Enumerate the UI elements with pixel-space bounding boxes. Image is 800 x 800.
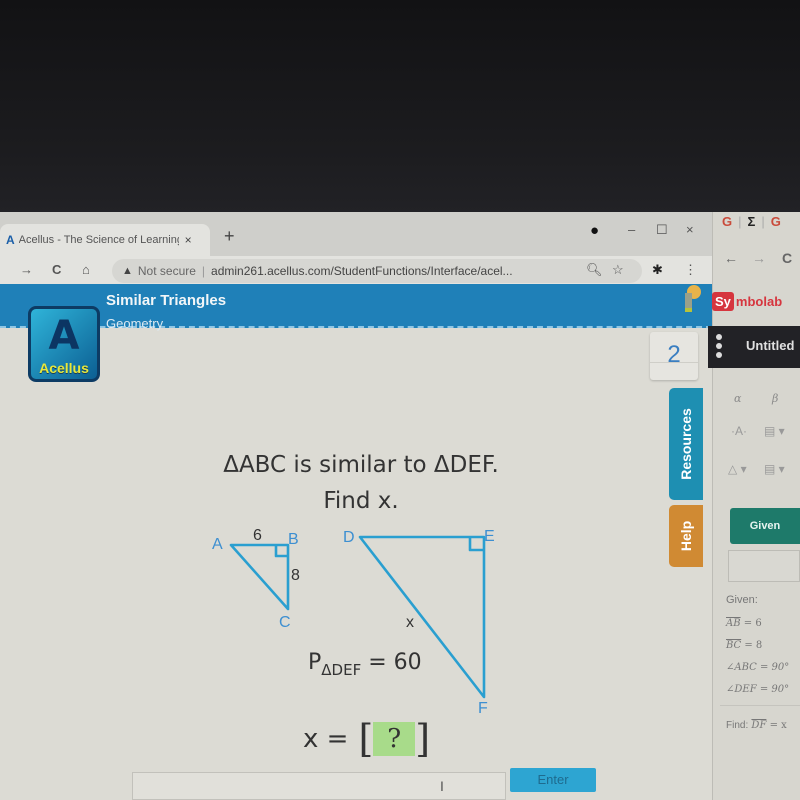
- given-heading: Given:: [726, 594, 758, 606]
- bookmark-star-icon[interactable]: ☆: [612, 262, 624, 278]
- symbolab-logo-text: mbolab: [735, 294, 783, 309]
- lesson-title: Similar Triangles: [106, 292, 227, 309]
- perimeter-value: = 60: [368, 650, 422, 675]
- symbolab-tab-strip: G | Σ | G: [722, 214, 781, 229]
- text-cursor-icon: I: [440, 778, 444, 794]
- course-name: Geometry: [106, 316, 164, 331]
- security-label[interactable]: Not secure: [138, 264, 196, 278]
- url-text[interactable]: admin261.acellus.com/StudentFunctions/In…: [211, 264, 513, 278]
- acellus-logo-word: Acellus: [39, 360, 89, 376]
- forward-button[interactable]: →: [20, 262, 33, 277]
- google-tab-icon[interactable]: G: [722, 214, 732, 229]
- close-window-button[interactable]: ×: [686, 222, 694, 237]
- left-bracket: [: [358, 717, 374, 761]
- profile-icon[interactable]: ●: [590, 222, 599, 239]
- google-tab-icon-2[interactable]: G: [771, 214, 781, 229]
- symbolab-logo-sy: Sy: [712, 292, 734, 311]
- question-line-2: Find x.: [323, 488, 399, 514]
- symbolab-back-button[interactable]: ←: [724, 250, 738, 266]
- help-tab-label: Help: [678, 520, 694, 552]
- perimeter-label: PΔDEF = 60: [308, 650, 422, 679]
- find-statement: Find: DF = x: [726, 720, 787, 731]
- more-options-icon[interactable]: [716, 334, 722, 361]
- enter-button[interactable]: Enter: [510, 768, 596, 792]
- lightbulb-icon[interactable]: [680, 284, 702, 314]
- tab-title: Acellus - The Science of Learning: [18, 234, 179, 246]
- answer-blank[interactable]: ?: [373, 722, 416, 756]
- symbolab-forward-button[interactable]: →: [752, 250, 766, 266]
- acellus-favicon-icon: A: [6, 233, 15, 247]
- symbolab-reload-button[interactable]: C: [782, 250, 792, 266]
- monitor-bezel: [0, 0, 800, 215]
- given-item: BC = 8: [726, 640, 763, 651]
- tab-close-icon[interactable]: ×: [185, 233, 192, 247]
- minimize-button[interactable]: –: [628, 222, 635, 237]
- resources-tab[interactable]: Resources: [669, 388, 703, 500]
- given-item: ∠ABC = 90°: [726, 662, 790, 673]
- acellus-logo[interactable]: A Acellus: [28, 306, 100, 382]
- given-button[interactable]: Given: [730, 508, 800, 544]
- extensions-icon[interactable]: ✱: [652, 262, 663, 278]
- browser-tab-acellus[interactable]: A Acellus - The Science of Learning ×: [0, 224, 210, 256]
- keypad-matrix-2[interactable]: ▤ ▾: [764, 462, 785, 476]
- given-divider: [720, 705, 800, 706]
- reload-button[interactable]: C: [52, 262, 61, 277]
- answer-expression: x = [ ? ]: [303, 720, 430, 758]
- symbolab-input[interactable]: [728, 550, 800, 582]
- given-item: ∠DEF = 90°: [726, 684, 790, 695]
- address-bar[interactable]: ▲ Not secure | admin261.acellus.com/Stud…: [112, 259, 642, 283]
- keypad-alpha[interactable]: α: [734, 392, 741, 405]
- right-bracket: ]: [415, 717, 431, 761]
- given-item: AB = 6: [726, 618, 762, 629]
- browser-menu-icon[interactable]: ⋮: [684, 262, 697, 278]
- separator: |: [201, 264, 206, 278]
- problem-counter: 2: [650, 332, 698, 380]
- home-button[interactable]: ⌂: [82, 262, 90, 277]
- perimeter-p: P: [308, 650, 322, 675]
- tab-divider: |: [761, 214, 765, 229]
- warning-icon: ▲: [122, 265, 133, 277]
- keypad-triangle[interactable]: △ ▾: [728, 462, 747, 476]
- keypad-beta[interactable]: β: [772, 392, 778, 405]
- symbolab-logo[interactable]: Sy mbolab: [712, 292, 782, 311]
- zoom-icon[interactable]: 🔍︎: [586, 262, 603, 278]
- question-text: ΔABC is similar to ΔDEF.: [0, 452, 712, 478]
- perimeter-subscript: ΔDEF: [321, 661, 362, 679]
- question-line-1: ΔABC is similar to ΔDEF.: [223, 452, 499, 478]
- help-tab[interactable]: Help: [669, 505, 703, 567]
- answer-input[interactable]: [132, 772, 506, 800]
- new-tab-button[interactable]: +: [224, 226, 235, 247]
- symbolab-tab-icon[interactable]: Σ: [748, 214, 756, 229]
- keypad-notation[interactable]: ·A·: [731, 424, 747, 438]
- maximize-button[interactable]: ☐: [656, 222, 668, 238]
- notebook-title[interactable]: Untitled: [746, 338, 794, 353]
- answer-label: x =: [303, 724, 349, 754]
- keypad-matrix[interactable]: ▤ ▾: [764, 424, 785, 438]
- tab-divider: |: [738, 214, 742, 229]
- acellus-logo-mark-icon: A: [48, 313, 80, 359]
- question-prompt: Find x.: [0, 488, 712, 514]
